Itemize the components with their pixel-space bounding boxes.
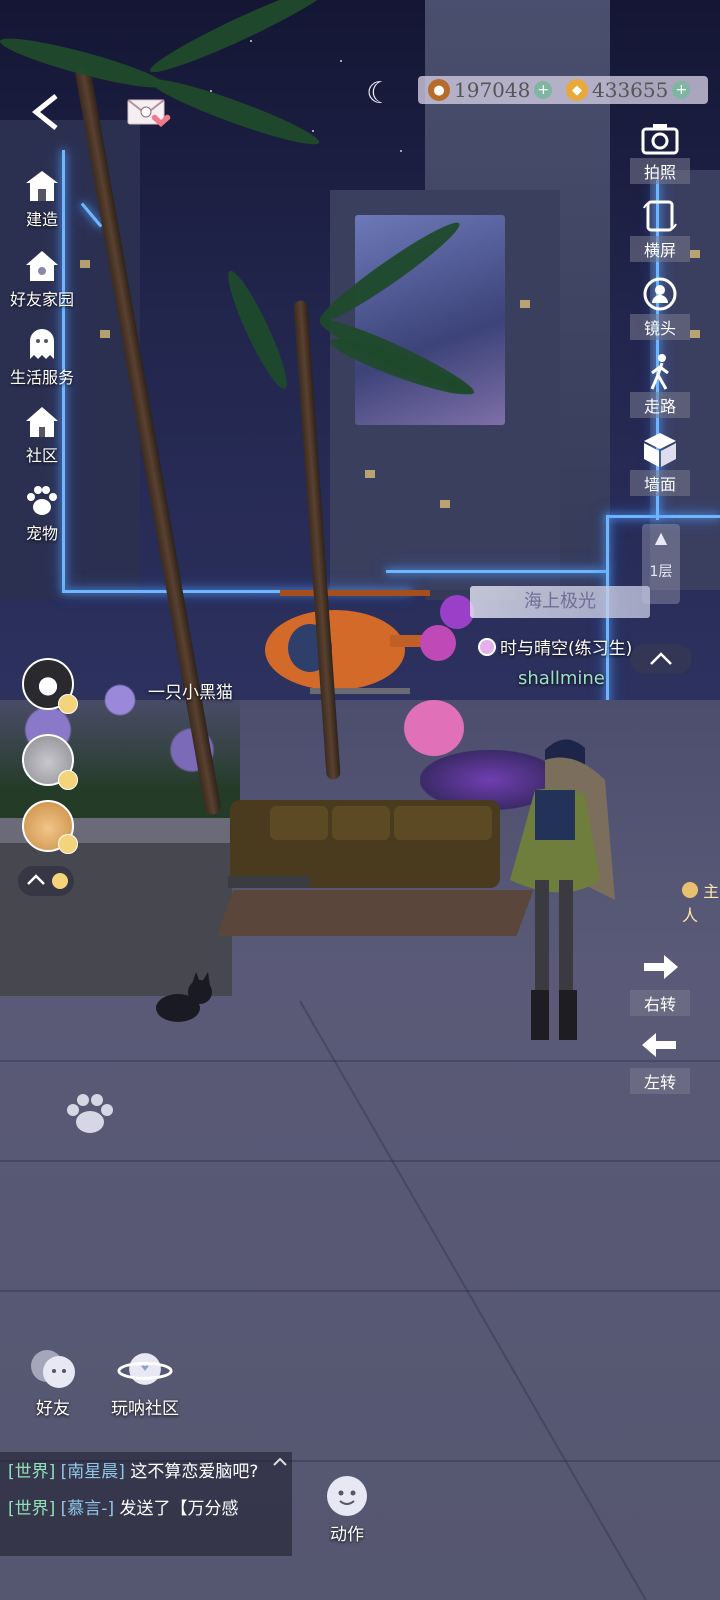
pink-bear-balloon bbox=[404, 700, 464, 756]
collapse-names-button[interactable] bbox=[630, 644, 692, 674]
moon-icon: ☾ bbox=[366, 76, 393, 111]
neon-strip bbox=[386, 570, 606, 573]
owner-badge-icon bbox=[682, 882, 698, 898]
gem-currency: ◆ 433655 + bbox=[566, 76, 691, 104]
camera-icon bbox=[638, 118, 682, 158]
tool-lens[interactable]: 镜头 bbox=[630, 274, 690, 340]
friends-icon bbox=[25, 1344, 81, 1394]
world-chat-panel[interactable]: [世界] [南星晨] 这不算恋爱脑吧? [世界] [慕言-] 发送了【万分感 bbox=[0, 1452, 292, 1556]
back-button[interactable] bbox=[26, 92, 66, 132]
planet-icon bbox=[117, 1344, 173, 1394]
menu-friend-home[interactable]: 好友家园 bbox=[0, 248, 84, 310]
friends-button[interactable]: 好友 bbox=[18, 1344, 88, 1419]
walk-icon bbox=[638, 352, 682, 392]
tool-wall[interactable]: 墙面 bbox=[630, 430, 690, 496]
house-icon bbox=[22, 168, 62, 204]
friend-house-icon bbox=[22, 248, 62, 284]
tool-photo[interactable]: 拍照 bbox=[630, 118, 690, 184]
player-name: shallmine bbox=[518, 668, 605, 689]
acorn-currency: ● 197048 + bbox=[428, 76, 553, 104]
floor-up-icon[interactable]: ▲ bbox=[642, 528, 680, 547]
pet-list-collapse-button[interactable] bbox=[18, 866, 74, 896]
coffee-table bbox=[228, 876, 310, 888]
star bbox=[250, 40, 252, 42]
location-banner[interactable]: 海上极光 bbox=[470, 586, 650, 618]
pet-paw-button[interactable] bbox=[62, 1090, 118, 1136]
npc-badge-icon bbox=[478, 637, 496, 656]
owner-label[interactable]: 主人 bbox=[682, 878, 720, 926]
pet-mood-icon bbox=[51, 873, 68, 889]
star bbox=[400, 150, 402, 152]
tool-walk[interactable]: 走路 bbox=[630, 352, 690, 418]
menu-community[interactable]: 社区 bbox=[0, 404, 84, 466]
community-button[interactable]: 玩呐社区 bbox=[100, 1344, 190, 1419]
star bbox=[312, 130, 314, 132]
paw-icon bbox=[22, 482, 62, 518]
rug bbox=[216, 890, 534, 936]
mail-icon[interactable] bbox=[127, 96, 171, 130]
npc-nameplate[interactable]: 时与晴空(练习生) bbox=[478, 634, 632, 659]
add-acorn-button[interactable]: + bbox=[534, 81, 553, 99]
turn-left-button[interactable]: 左转 bbox=[630, 1030, 690, 1094]
npc-name: 时与晴空(练习生) bbox=[500, 639, 633, 659]
balloon bbox=[440, 595, 474, 629]
add-gem-button[interactable]: + bbox=[672, 81, 691, 99]
acorn-amount: 197048 bbox=[454, 78, 531, 102]
acorn-icon: ● bbox=[428, 79, 450, 101]
community-house-icon bbox=[22, 404, 62, 440]
tool-landscape[interactable]: 横屏 bbox=[630, 196, 690, 262]
menu-pet[interactable]: 宠物 bbox=[0, 482, 84, 544]
arrow-left-icon bbox=[630, 1030, 690, 1068]
actions-icon bbox=[319, 1470, 375, 1520]
arrow-right-icon bbox=[630, 952, 690, 990]
gem-icon: ◆ bbox=[566, 79, 588, 101]
currency-bar: ● 197048 + ◆ 433655 + bbox=[418, 76, 708, 104]
gem-amount: 433655 bbox=[592, 78, 669, 102]
actions-button[interactable]: 动作 bbox=[312, 1470, 382, 1545]
neon-strip bbox=[606, 515, 720, 518]
chat-message: [世界] [慕言-] 发送了【万分感 bbox=[8, 1499, 239, 1519]
menu-build[interactable]: 建造 bbox=[0, 168, 84, 230]
player-character[interactable] bbox=[505, 730, 635, 1060]
chat-expand-icon[interactable] bbox=[272, 1452, 288, 1471]
chat-message: [世界] [南星晨] 这不算恋爱脑吧? bbox=[8, 1462, 259, 1482]
pet-mood-icon bbox=[58, 770, 78, 790]
pet-mood-icon bbox=[58, 694, 78, 714]
cat-name-label: 一只小黑猫 bbox=[148, 683, 233, 703]
lens-icon bbox=[638, 274, 682, 314]
turn-right-button[interactable]: 右转 bbox=[630, 952, 690, 1016]
sofa[interactable] bbox=[230, 800, 500, 888]
star bbox=[340, 60, 342, 62]
pet-mood-icon bbox=[58, 834, 78, 854]
menu-life-service[interactable]: 生活服务 bbox=[0, 326, 84, 388]
black-cat[interactable] bbox=[148, 970, 214, 1026]
rotate-screen-icon bbox=[638, 196, 682, 236]
cube-icon bbox=[638, 430, 682, 470]
floor-label: 1层 bbox=[649, 564, 673, 580]
ghost-service-icon bbox=[22, 326, 62, 362]
balloon bbox=[420, 625, 456, 661]
